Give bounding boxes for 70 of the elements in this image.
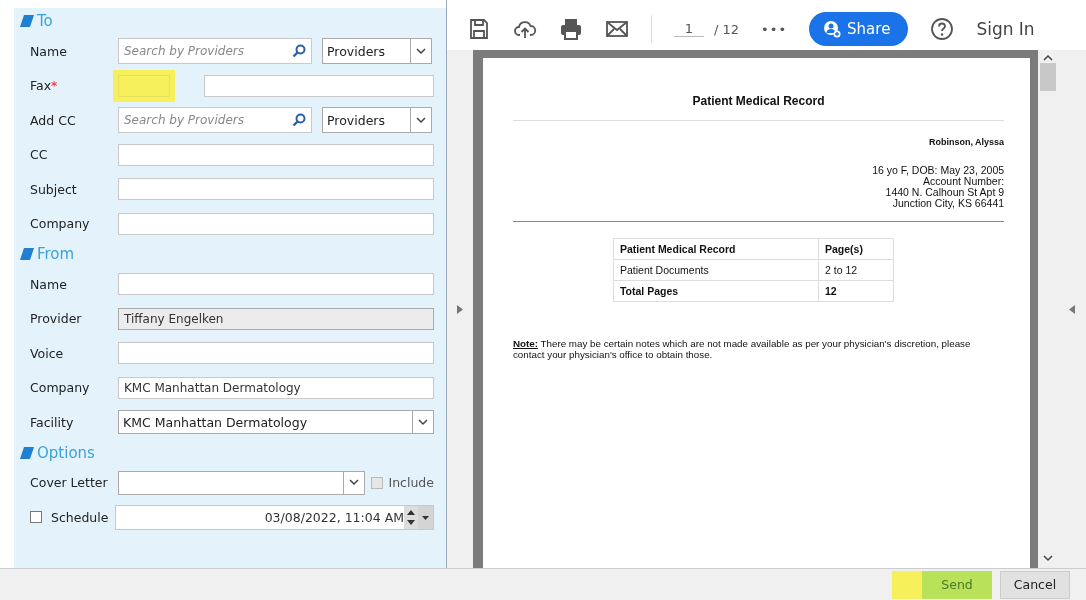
table-cell: Patient Documents	[619, 264, 709, 276]
input-field[interactable]	[204, 74, 434, 97]
cancel-button[interactable]: Cancel	[1000, 570, 1070, 599]
field-label: Cover Letter	[30, 475, 109, 491]
field-label: Company	[30, 216, 91, 232]
chevron-down-icon	[349, 479, 360, 487]
chevron-down-icon	[418, 418, 428, 426]
patient-name: Robinson, Alyssa	[928, 137, 1005, 147]
address-line: Junction City, KS 66441	[892, 197, 1005, 209]
section-marker-icon	[20, 15, 34, 27]
scrollbar-thumb[interactable]	[1040, 63, 1057, 91]
add-user-icon	[823, 20, 842, 38]
search-icon	[292, 113, 306, 128]
dropdown[interactable]: Providers	[322, 107, 432, 134]
field-label: Voice	[30, 345, 65, 361]
save-icon[interactable]	[467, 17, 491, 41]
expand-left-icon[interactable]	[1069, 304, 1075, 314]
section-heading: From	[37, 245, 75, 263]
input-field[interactable]	[118, 212, 434, 235]
sign-in-link[interactable]: Sign In	[976, 19, 1035, 39]
print-icon[interactable]	[559, 17, 583, 41]
input-field[interactable]	[118, 143, 434, 166]
search-field[interactable]: Search by Providers	[118, 107, 312, 134]
scroll-up-icon	[1043, 54, 1054, 61]
chevron-down-icon	[416, 47, 426, 55]
chevron-down-icon	[416, 116, 426, 124]
section-marker-icon	[20, 248, 34, 260]
help-icon[interactable]	[930, 17, 955, 41]
checkbox[interactable]	[30, 511, 42, 524]
expand-right-icon[interactable]	[456, 304, 463, 314]
document-title: Patient Medical Record	[691, 94, 826, 108]
dropdown[interactable]	[118, 470, 366, 495]
field-label: Provider	[30, 311, 83, 327]
table-cell: 12	[824, 285, 837, 297]
page-count: / 12	[714, 21, 740, 37]
field-label: CC	[30, 147, 49, 163]
search-icon	[292, 44, 306, 59]
spinner-icon[interactable]	[404, 505, 418, 529]
checkbox-label: Schedule	[51, 509, 109, 525]
more-button[interactable]: •••	[761, 21, 788, 37]
checkbox-label: Include	[388, 475, 434, 491]
address-line: 1440 N. Calhoun St Apt 9	[885, 186, 1005, 198]
dropdown[interactable]: KMC Manhattan Dermatology	[118, 410, 434, 435]
input-field[interactable]	[118, 273, 434, 296]
field-label: Subject	[30, 181, 78, 197]
field-label: Facility	[30, 414, 75, 430]
field-label: Name	[30, 276, 68, 292]
search-field[interactable]: Search by Providers	[118, 38, 312, 65]
section-marker-icon	[20, 446, 34, 459]
address-line: 16 yo F, DOB: May 23, 2005	[872, 164, 1005, 176]
column-header: Patient Medical Record	[619, 243, 736, 255]
column-header: Page(s)	[824, 243, 863, 255]
note-text: Note: There may be certain notes which are not made available as per your physician's discretion, please contact your physician's office to obtain those.	[512, 338, 972, 360]
input-field[interactable]	[118, 342, 434, 365]
page-number-field[interactable]: 1	[674, 21, 704, 37]
scroll-down-icon	[1043, 555, 1054, 562]
table-cell: Total Pages	[619, 285, 679, 297]
table-cell: 2 to 12	[824, 264, 858, 276]
field-label: Fax*	[30, 78, 59, 94]
section-heading: Options	[37, 443, 95, 462]
input-field[interactable]: KMC Manhattan Dermatology	[118, 376, 434, 399]
address-line: Account Number:	[922, 175, 1005, 187]
field-label: Name	[30, 43, 68, 59]
field-label: Add CC	[30, 112, 77, 128]
field-label: Company	[30, 380, 91, 396]
datetime-field[interactable]: 03/08/2022, 11:04 AM	[115, 504, 434, 530]
dropdown[interactable]: Providers	[322, 38, 432, 65]
input-field[interactable]	[118, 178, 434, 201]
section-heading: To	[37, 12, 53, 30]
share-button[interactable]: Share	[809, 12, 909, 46]
